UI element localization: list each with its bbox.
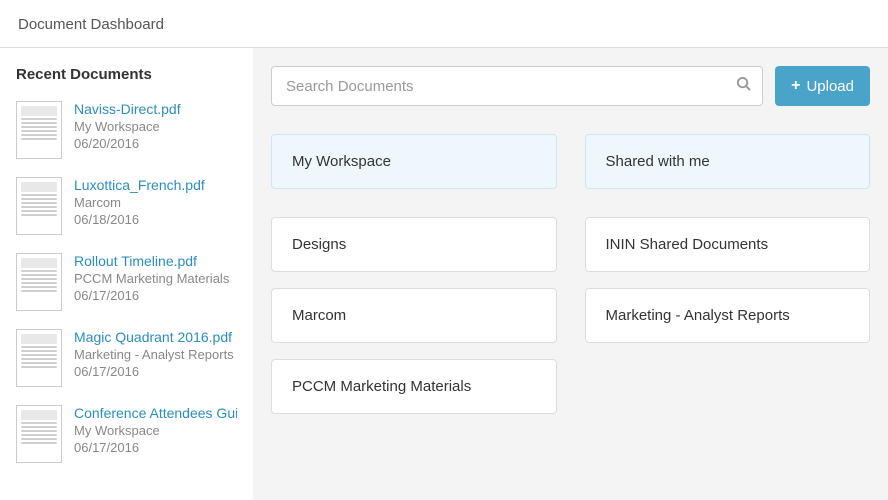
layout: Recent Documents Naviss-Direct.pdf My Wor… [0, 48, 888, 500]
document-title[interactable]: Magic Quadrant 2016.pdf [74, 329, 237, 345]
document-thumbnail [16, 177, 62, 235]
recent-document-item[interactable]: Conference Attendees Guide My Workspace 06… [16, 405, 237, 463]
folder-tile[interactable]: Marcom [271, 288, 557, 343]
recent-documents-heading: Recent Documents [16, 66, 237, 83]
document-meta: Naviss-Direct.pdf My Workspace 06/20/2016 [74, 101, 237, 159]
recent-document-item[interactable]: Naviss-Direct.pdf My Workspace 06/20/2016 [16, 101, 237, 159]
document-date: 06/18/2016 [74, 212, 237, 227]
document-title[interactable]: Rollout Timeline.pdf [74, 253, 237, 269]
document-workspace: Marcom [74, 195, 237, 210]
document-thumbnail [16, 405, 62, 463]
document-date: 06/17/2016 [74, 288, 237, 303]
document-workspace: My Workspace [74, 423, 237, 438]
workspace-folders: Designs ININ Shared Documents Marcom Market… [271, 217, 870, 414]
top-folders: My Workspace Shared with me [271, 134, 870, 189]
main-panel: + Upload My Workspace Shared with me Desi… [253, 48, 888, 500]
document-title[interactable]: Conference Attendees Guide [74, 405, 237, 421]
document-date: 06/20/2016 [74, 136, 237, 151]
document-workspace: PCCM Marketing Materials [74, 271, 237, 286]
sidebar: Recent Documents Naviss-Direct.pdf My Wor… [0, 48, 253, 500]
recent-documents-list: Naviss-Direct.pdf My Workspace 06/20/2016 L… [16, 101, 237, 463]
document-workspace: Marketing - Analyst Reports [74, 347, 237, 362]
search-input[interactable] [271, 66, 763, 106]
document-thumbnail [16, 101, 62, 159]
page-header: Document Dashboard [0, 0, 888, 48]
plus-icon: + [791, 78, 800, 94]
folder-tile[interactable]: Designs [271, 217, 557, 272]
recent-document-item[interactable]: Rollout Timeline.pdf PCCM Marketing Mater… [16, 253, 237, 311]
search-wrap [271, 66, 763, 106]
folder-tile[interactable]: PCCM Marketing Materials [271, 359, 557, 414]
recent-document-item[interactable]: Luxottica_French.pdf Marcom 06/18/2016 [16, 177, 237, 235]
document-meta: Conference Attendees Guide My Workspace 06… [74, 405, 237, 463]
document-title[interactable]: Naviss-Direct.pdf [74, 101, 237, 117]
document-thumbnail [16, 253, 62, 311]
upload-button[interactable]: + Upload [775, 66, 870, 106]
document-meta: Rollout Timeline.pdf PCCM Marketing Mater… [74, 253, 237, 311]
recent-document-item[interactable]: Magic Quadrant 2016.pdf Marketing - Analy… [16, 329, 237, 387]
document-workspace: My Workspace [74, 119, 237, 134]
document-title[interactable]: Luxottica_French.pdf [74, 177, 237, 193]
document-date: 06/17/2016 [74, 440, 237, 455]
folder-tile[interactable]: ININ Shared Documents [585, 217, 871, 272]
document-meta: Magic Quadrant 2016.pdf Marketing - Analy… [74, 329, 237, 387]
page-title: Document Dashboard [18, 16, 870, 33]
folder-tile[interactable]: Shared with me [585, 134, 871, 189]
toolbar: + Upload [271, 66, 870, 106]
folder-tile[interactable]: My Workspace [271, 134, 557, 189]
document-thumbnail [16, 329, 62, 387]
document-meta: Luxottica_French.pdf Marcom 06/18/2016 [74, 177, 237, 235]
document-date: 06/17/2016 [74, 364, 237, 379]
upload-label: Upload [806, 78, 854, 95]
folder-tile[interactable]: Marketing - Analyst Reports [585, 288, 871, 343]
